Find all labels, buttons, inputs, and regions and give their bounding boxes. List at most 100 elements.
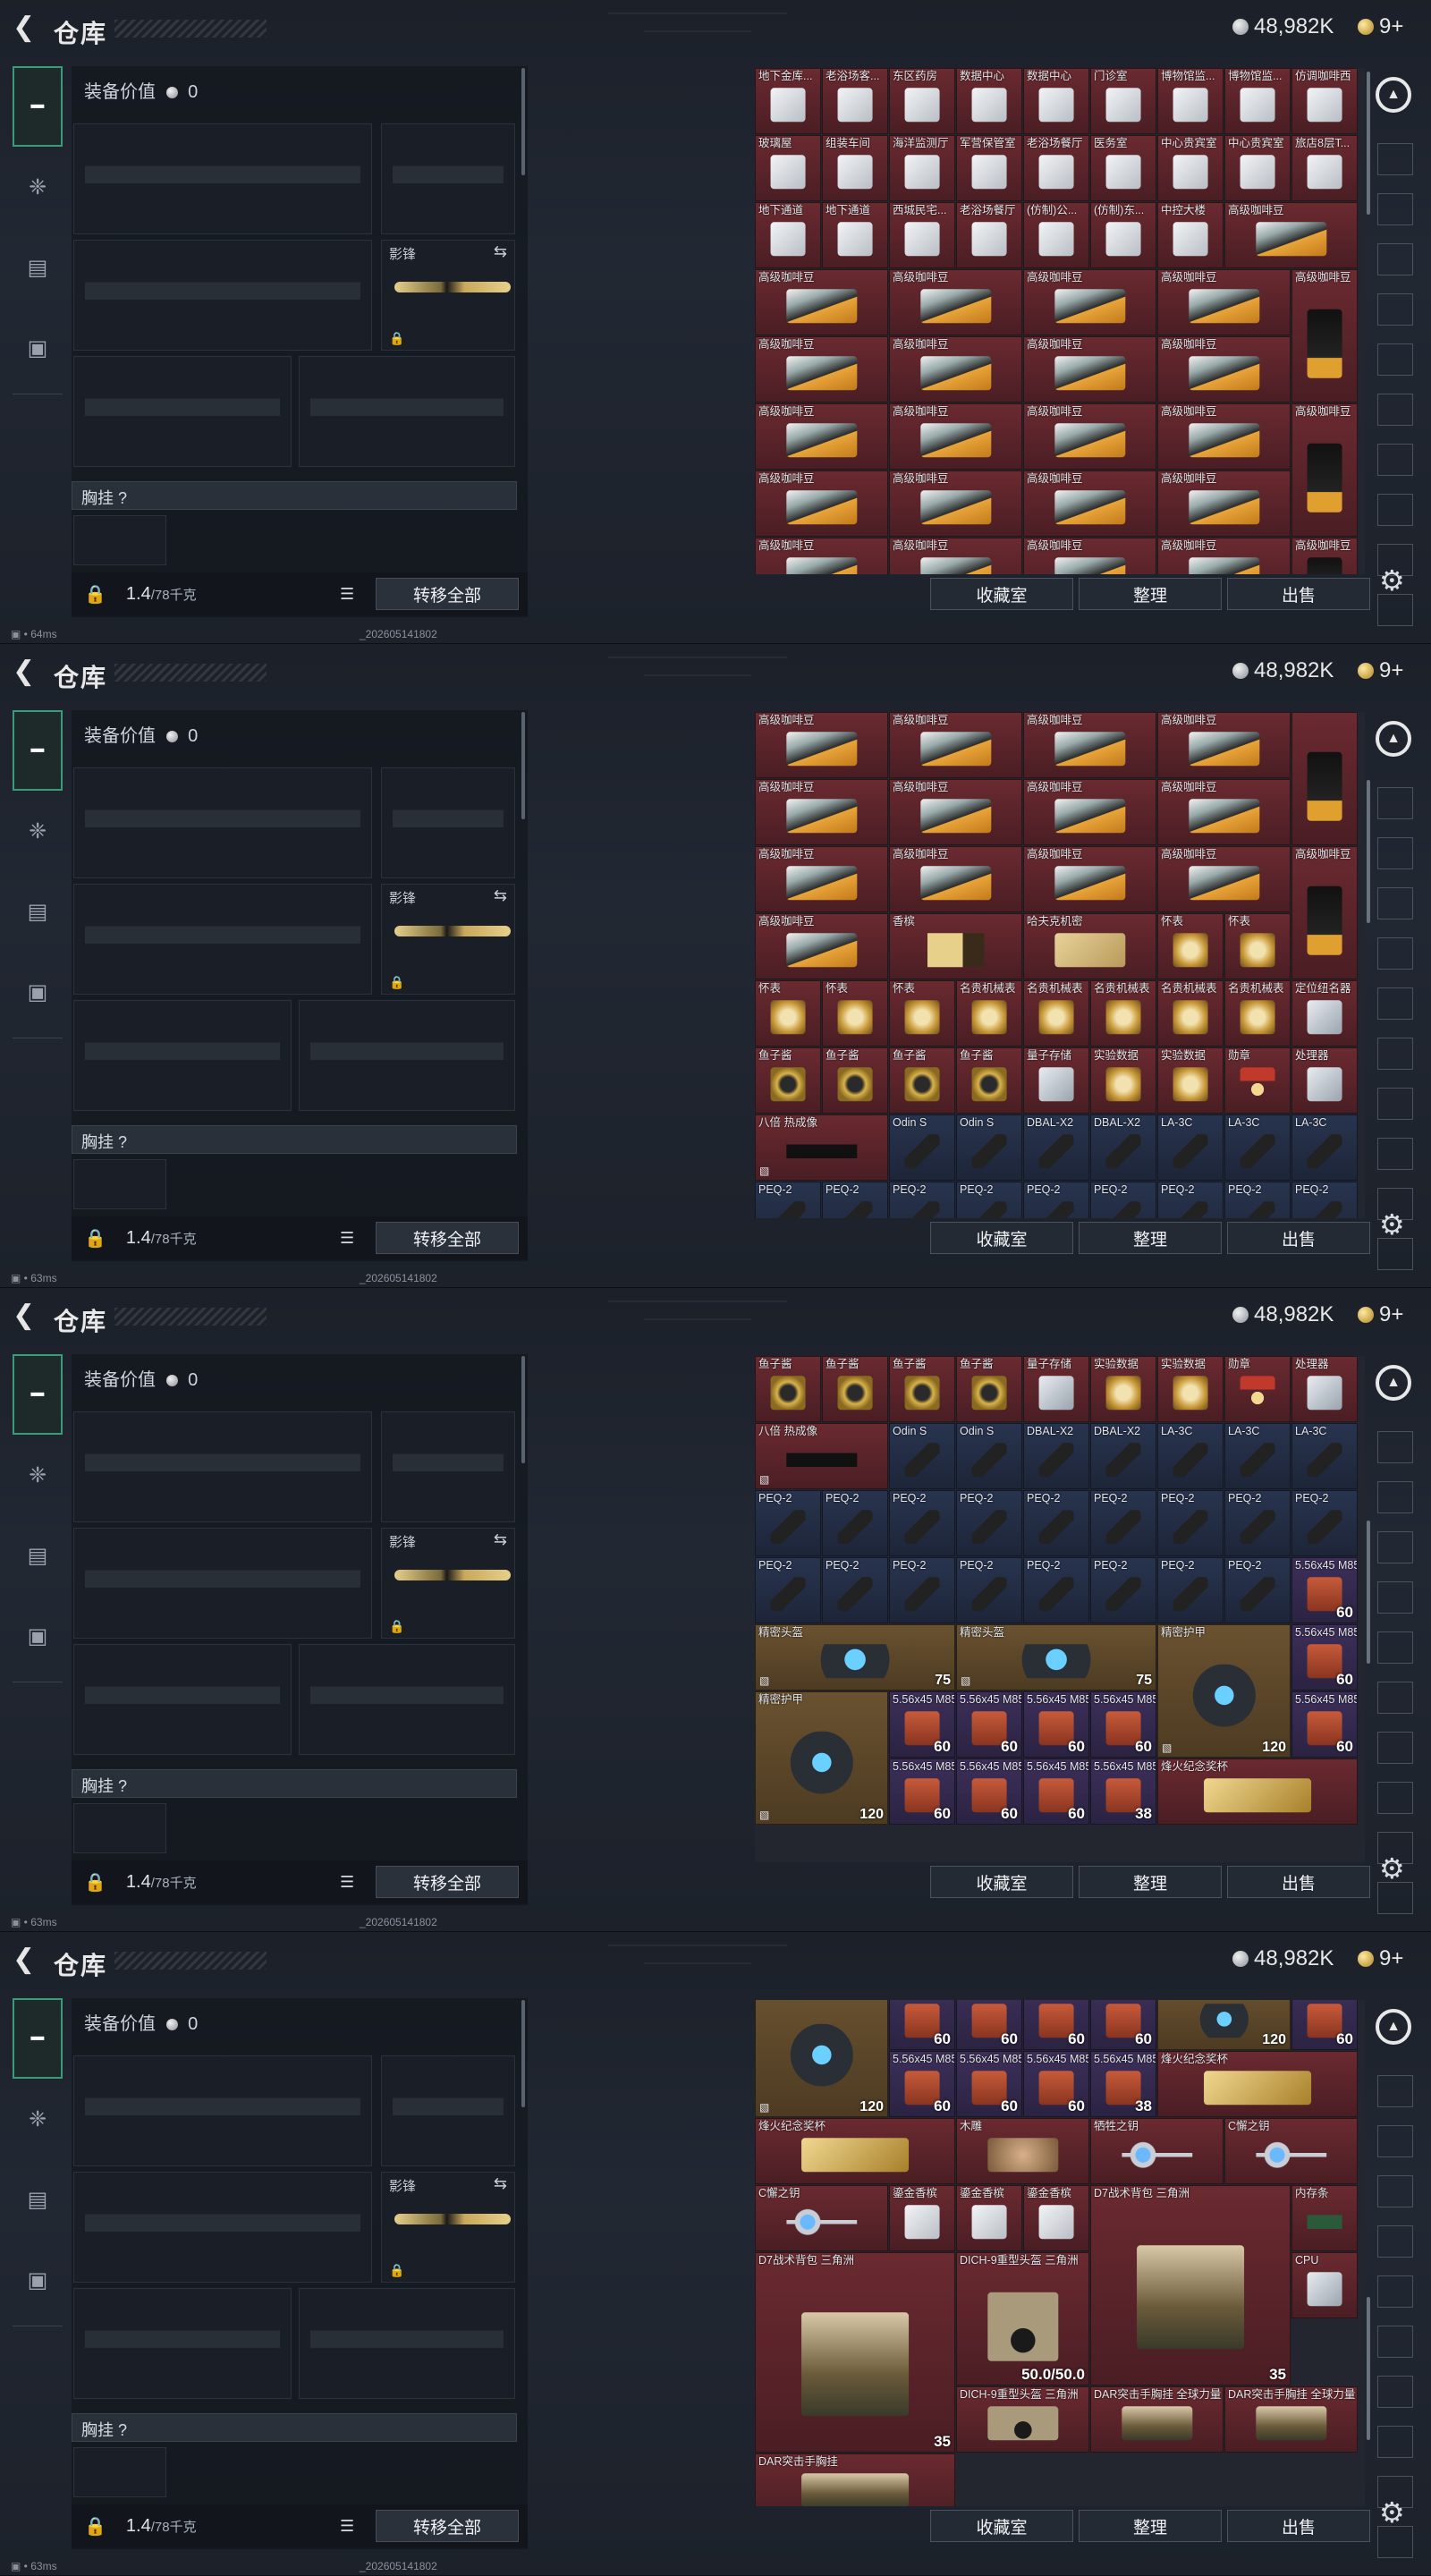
stash-tab[interactable] [1377, 1481, 1413, 1513]
stash-item[interactable]: 定位纽名器 [1291, 980, 1358, 1046]
transfer-all-button[interactable]: 转移全部 [376, 1222, 519, 1254]
stash-item[interactable]: 实验数据 [1157, 1356, 1224, 1422]
stash-item[interactable]: 医务室 [1090, 135, 1156, 201]
stash-tab[interactable] [1377, 293, 1413, 326]
help-icon[interactable]: ? [118, 2421, 127, 2439]
helmet-slot[interactable] [73, 1644, 292, 1755]
collection-room-button[interactable]: 收藏室 [930, 1222, 1073, 1254]
nav-armor[interactable]: ❈ [13, 1435, 63, 1515]
stash-item[interactable]: 高级咖啡豆 [889, 403, 1022, 470]
stash-tab[interactable] [1377, 1581, 1413, 1614]
list-icon[interactable]: ☰ [340, 1229, 354, 1248]
stash-item[interactable]: 高级咖啡豆 [1224, 202, 1358, 268]
stash-item[interactable]: 高级咖啡豆 [1157, 779, 1291, 845]
body-armor-slot[interactable] [299, 356, 515, 467]
back-arrow-icon[interactable]: ❮ [13, 1302, 39, 1329]
stash-item[interactable]: 牺牲之钥 [1090, 2118, 1224, 2184]
stash-item[interactable]: 名贵机械表 [1090, 980, 1156, 1046]
sell-button[interactable]: 出售 [1227, 2510, 1370, 2542]
stash-item[interactable]: 高级咖啡豆 [1291, 269, 1358, 402]
stash-item[interactable]: 高级咖啡豆 [1023, 336, 1156, 402]
stash-item[interactable]: 精密护甲 120 ▧ [755, 1691, 888, 1825]
stash-item[interactable]: 怀表 [755, 980, 821, 1046]
stash-item[interactable]: 精密护甲 120 ▧ [1157, 1624, 1291, 1758]
chest-rig-header[interactable]: 胸挂 ? [72, 1769, 517, 1798]
chest-rig-slot[interactable] [73, 515, 166, 565]
list-icon[interactable]: ☰ [340, 1873, 354, 1892]
stash-scrollbar[interactable] [1367, 1521, 1370, 1664]
stash-item[interactable]: 西城民宅... [889, 202, 955, 268]
stash-item[interactable]: 怀表 [822, 980, 888, 1046]
stash-item[interactable]: 精密头盔 75 ▧ [956, 1624, 1156, 1690]
nav-weapons[interactable]: ━ [13, 66, 63, 147]
swap-icon[interactable]: ⇆ [494, 2174, 507, 2193]
stash-item[interactable]: 烽火纪念奖杯 [755, 2118, 955, 2184]
stash-item[interactable]: 烽火纪念奖杯 [1157, 1758, 1358, 1825]
stash-item[interactable]: PEQ-2 [1291, 1182, 1358, 1218]
body-armor-slot[interactable] [299, 1644, 515, 1755]
stash-item[interactable]: 5.56x45 M855A160 [889, 2051, 955, 2117]
stash-item[interactable]: 鱼子酱 [822, 1356, 888, 1422]
stash-item[interactable]: 高级咖啡豆 [889, 712, 1022, 778]
back-arrow-icon[interactable]: ❮ [13, 1946, 39, 1973]
stash-item[interactable]: PEQ-2 [1157, 1557, 1224, 1623]
stash-item[interactable]: 120 [1157, 2000, 1291, 2050]
stash-item[interactable]: 数据中心 [1023, 68, 1089, 134]
stash-item[interactable]: Odin S [889, 1114, 955, 1181]
stash-item[interactable]: 5.56x45 M855A160 [889, 2000, 955, 2050]
back-arrow-icon[interactable]: ❮ [13, 14, 39, 41]
stash-item[interactable]: 地下通道 [822, 202, 888, 268]
helmet-slot[interactable] [73, 2288, 292, 2399]
stash-item[interactable]: PEQ-2 [956, 1490, 1022, 1556]
stash-item[interactable]: 中控大楼 [1157, 202, 1224, 268]
stash-item[interactable]: 名贵机械表 [1224, 980, 1291, 1046]
stash-item[interactable]: 数据中心 [956, 68, 1022, 134]
stash-item[interactable]: 5.56x45 M855A160 [956, 2051, 1022, 2117]
stash-item[interactable]: 怀表 [1224, 913, 1291, 979]
gear-icon[interactable]: ⚙ [1379, 1852, 1405, 1885]
sort-button[interactable]: 整理 [1079, 578, 1222, 610]
stash-item[interactable]: 高级咖啡豆 [755, 470, 888, 537]
pistol-slot[interactable] [381, 767, 515, 878]
stash-item[interactable]: 中心贵宾室 [1224, 135, 1291, 201]
stash-item[interactable]: PEQ-2 [889, 1490, 955, 1556]
melee-slot[interactable]: 影锋 ⇆ 🔒 [381, 240, 515, 351]
stash-item[interactable]: 高级咖啡豆 [1023, 712, 1156, 778]
primary-weapon-slot[interactable] [73, 1411, 372, 1522]
stash-tab[interactable] [1377, 343, 1413, 376]
collection-room-button[interactable]: 收藏室 [930, 578, 1073, 610]
sort-button[interactable]: 整理 [1079, 1866, 1222, 1898]
stash-item[interactable]: 高级咖啡豆 [1291, 846, 1358, 979]
stash-item[interactable]: Odin S [889, 1423, 955, 1489]
chest-rig-header[interactable]: 胸挂 ? [72, 2413, 517, 2442]
safe-icon[interactable]: ▲ [1376, 77, 1411, 113]
stash-item[interactable]: 5.56x45 M855A160 [1090, 1691, 1156, 1758]
stash-item[interactable]: 鱼子酱 [889, 1047, 955, 1114]
stash-tab[interactable] [1377, 494, 1413, 526]
stash-item[interactable]: 鱼子酱 [889, 1356, 955, 1422]
stash-item[interactable]: DICH-9重型头盔 三角洲 [956, 2386, 1089, 2453]
equipment-scrollbar[interactable] [521, 68, 525, 175]
equipment-scrollbar[interactable] [521, 1356, 525, 1463]
stash-item[interactable]: 高级咖啡豆 [889, 269, 1022, 335]
stash-item[interactable]: DBAL-X2 [1023, 1114, 1089, 1181]
nav-vest[interactable]: ▤ [13, 2159, 63, 2240]
lock-icon[interactable]: 🔒 [84, 583, 106, 606]
nav-vest[interactable]: ▤ [13, 871, 63, 952]
swap-icon[interactable]: ⇆ [494, 242, 507, 261]
stash-item[interactable]: 5.56x45 M855A160 [1023, 2051, 1089, 2117]
stash-item[interactable]: 高级咖啡豆 [889, 846, 1022, 912]
stash-item[interactable]: 高级咖啡豆 [755, 846, 888, 912]
melee-slot[interactable]: 影锋 ⇆ 🔒 [381, 1528, 515, 1639]
stash-item[interactable]: 处理器 [1291, 1047, 1358, 1114]
stash-item[interactable]: 鎏金香槟 [1023, 2185, 1089, 2251]
lock-icon[interactable]: 🔒 [84, 1871, 106, 1894]
stash-item[interactable]: 博物馆监... [1157, 68, 1224, 134]
stash-item[interactable]: 海洋监测厅 [889, 135, 955, 201]
helmet-slot[interactable] [73, 1000, 292, 1111]
primary-weapon-slot[interactable] [73, 767, 372, 878]
secondary-weapon-slot[interactable] [73, 884, 372, 995]
stash-item[interactable]: 高级咖啡豆 [755, 538, 888, 574]
stash-tab[interactable] [1377, 1531, 1413, 1563]
body-armor-slot[interactable] [299, 2288, 515, 2399]
